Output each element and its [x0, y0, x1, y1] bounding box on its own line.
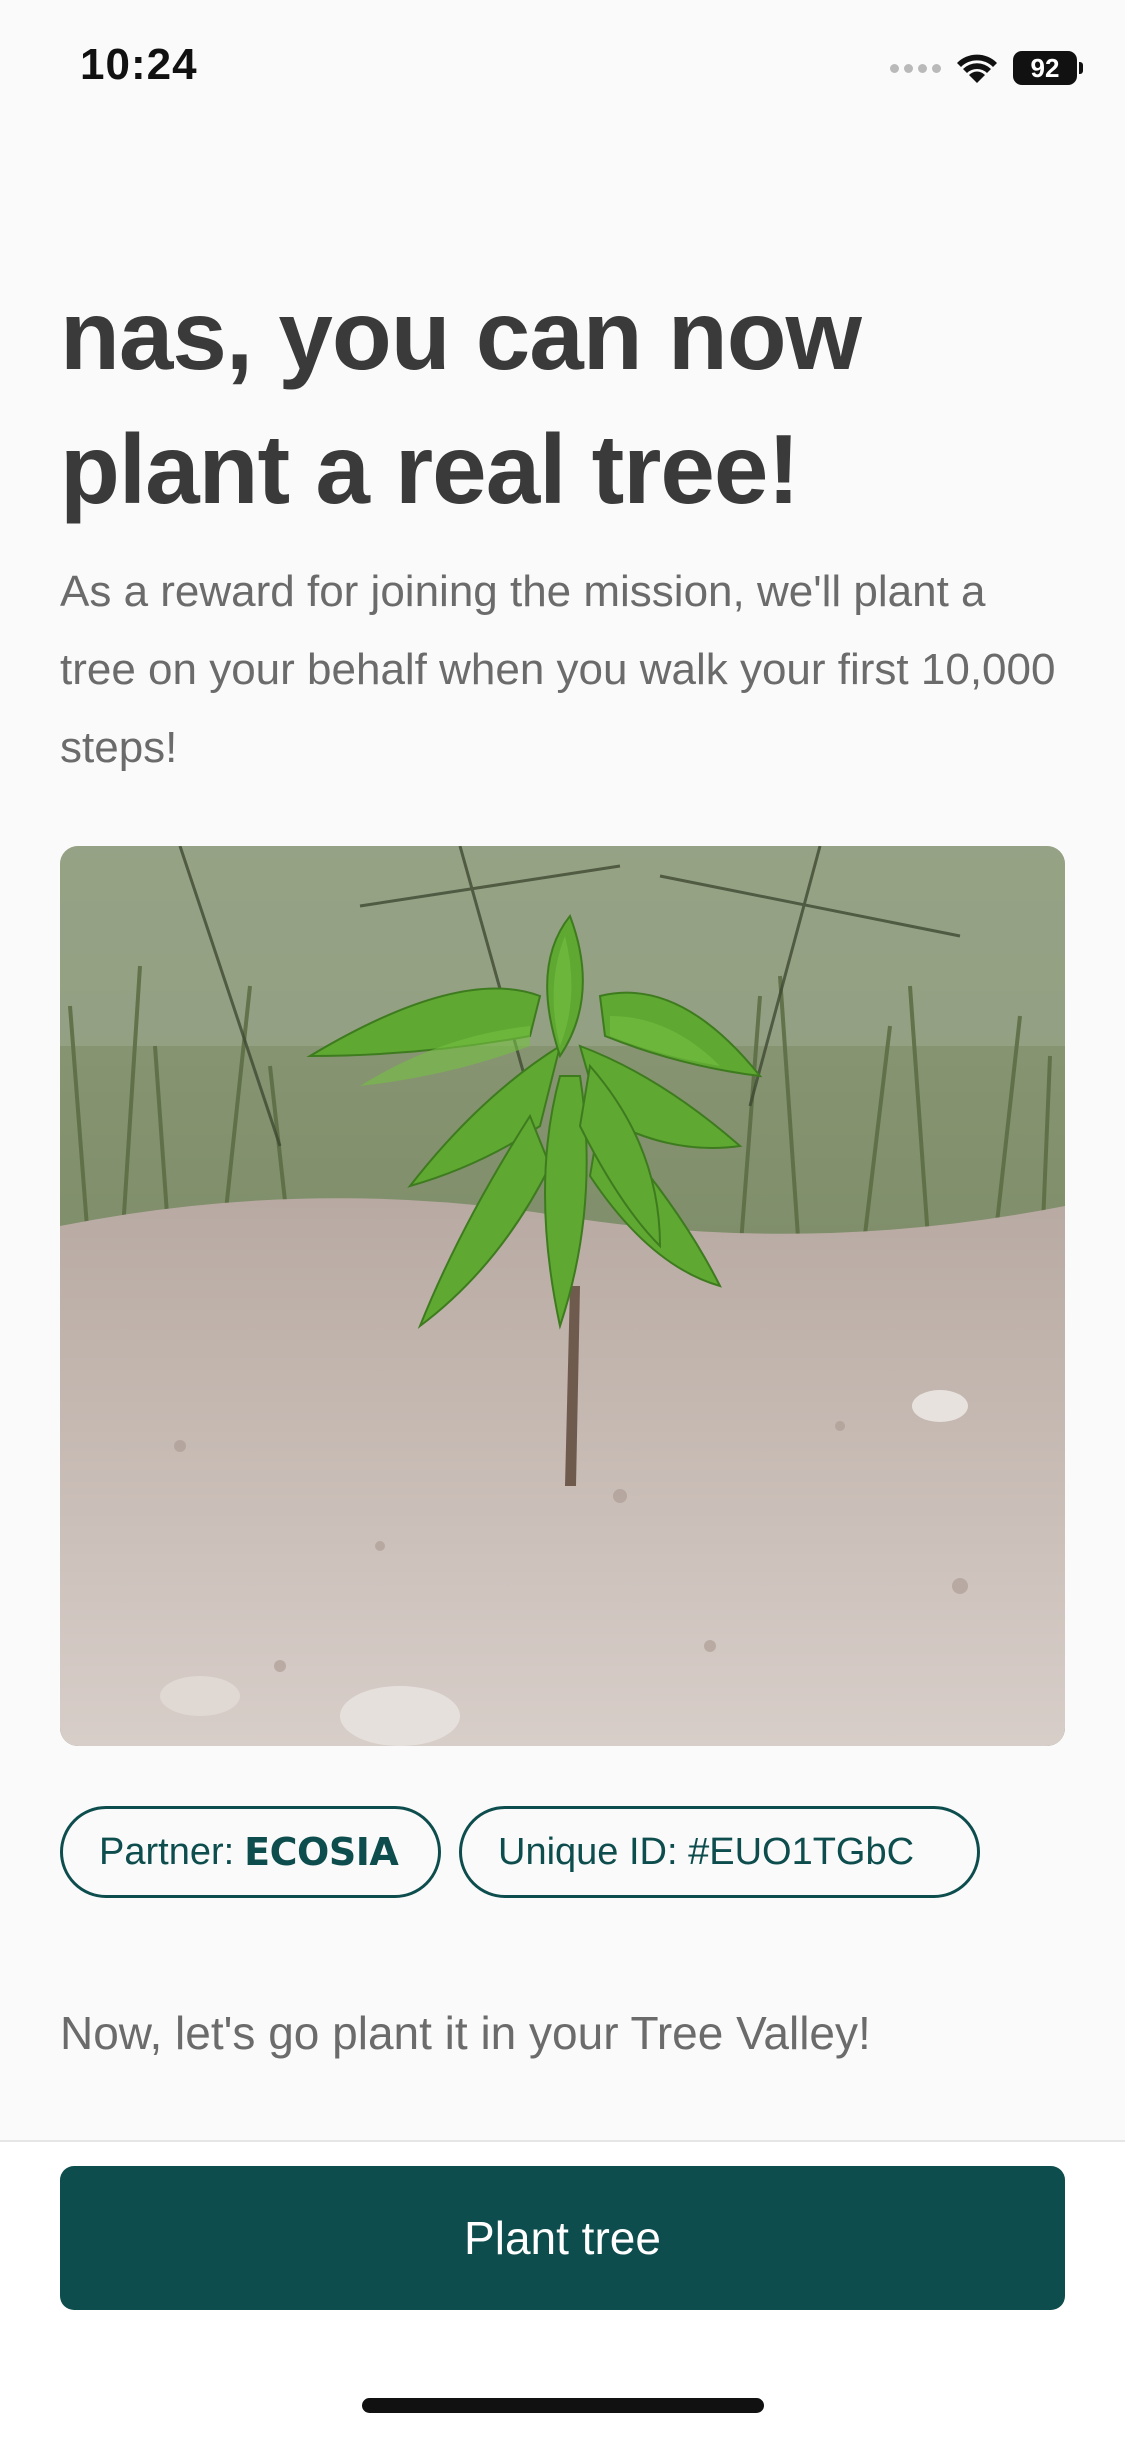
- battery-icon: 92: [1013, 51, 1083, 85]
- wifi-icon: [955, 51, 999, 85]
- reward-description: As a reward for joining the mission, we'…: [60, 567, 1056, 772]
- unique-id-label: Unique ID: #EUO1TGbC: [498, 1830, 915, 1873]
- page-title: nas, you can now plant a real tree!: [60, 280, 862, 524]
- bottom-action-bar: Plant tree: [0, 2140, 1125, 2438]
- battery-level: 92: [1013, 51, 1077, 85]
- call-to-action-text: Now, let's go plant it in your Tree Vall…: [60, 2007, 871, 2059]
- plant-tree-button[interactable]: Plant tree: [60, 2166, 1065, 2310]
- ecosia-logo: ECOSIA: [244, 1830, 399, 1874]
- unique-id-chip: Unique ID: #EUO1TGbC: [459, 1806, 980, 1898]
- partner-chip: Partner: ECOSIA: [60, 1806, 441, 1898]
- status-bar: 10:24 92: [0, 0, 1125, 140]
- tree-info-chips: Partner: ECOSIA Unique ID: #EUO1TGbC: [60, 1806, 980, 1898]
- sapling-photo: [60, 846, 1065, 1746]
- status-time: 10:24: [80, 40, 198, 89]
- cellular-signal-icon: [890, 63, 941, 73]
- status-icons: 92: [890, 48, 1083, 88]
- home-indicator[interactable]: [362, 2398, 764, 2413]
- partner-label: Partner:: [99, 1830, 235, 1873]
